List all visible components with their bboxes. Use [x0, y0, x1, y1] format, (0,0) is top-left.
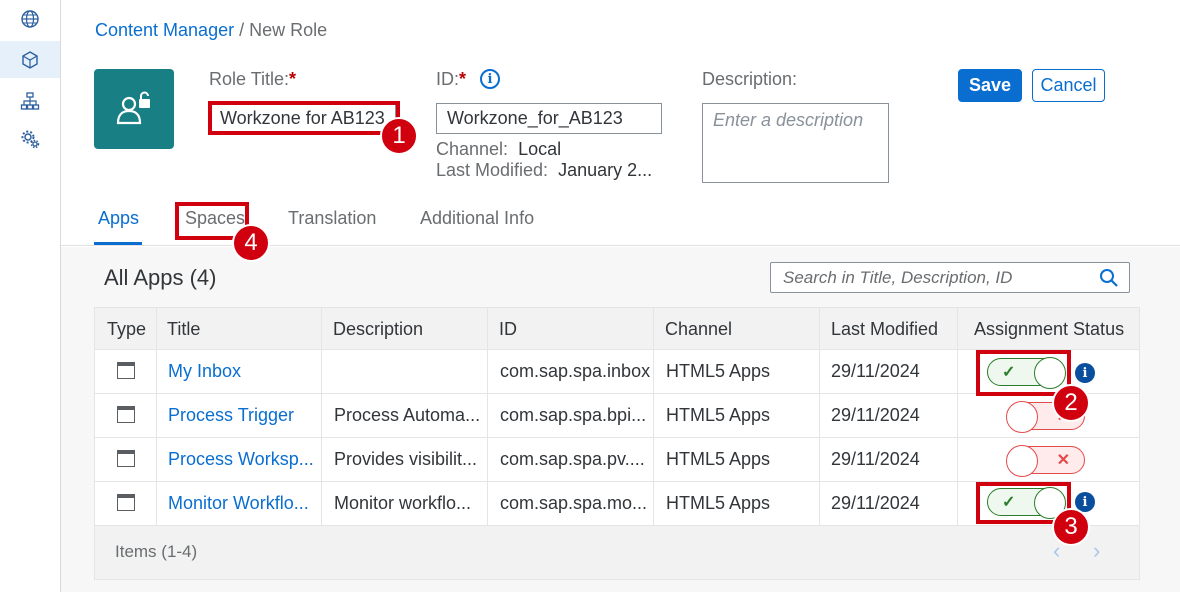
rail-item-content-manager[interactable] [0, 41, 60, 78]
role-title-label: Role Title:* [209, 69, 296, 90]
description-label: Description: [702, 69, 798, 89]
breadcrumb-current: New Role [249, 20, 328, 40]
rail-item-content-explorer[interactable] [0, 82, 60, 119]
next-page-icon[interactable]: › [1093, 538, 1100, 564]
app-type-icon [117, 494, 135, 511]
app-last-modified: 29/11/2024 [831, 449, 920, 469]
callout-badge: 2 [1052, 384, 1090, 422]
app-id: com.sap.spa.inbox [500, 361, 651, 381]
role-avatar [94, 69, 174, 149]
column-header-type[interactable]: Type [107, 319, 146, 340]
switch-knob [1006, 445, 1038, 477]
apps-table-title: All Apps (4) [104, 265, 217, 290]
callout-highlight-role-title [208, 101, 400, 135]
app-last-modified: 29/11/2024 [831, 493, 920, 513]
last-modified-label: Last Modified: [436, 160, 549, 180]
app-id: com.sap.spa.mo... [500, 493, 648, 513]
column-header-channel[interactable]: Channel [665, 319, 732, 340]
channel-label: Channel: [436, 139, 509, 159]
app-title-link[interactable]: Monitor Workflo... [168, 493, 309, 514]
app-type-icon [117, 362, 135, 379]
table-row[interactable]: Process Trigger Process Automa... com.sa… [94, 394, 1140, 438]
app-channel: HTML5 Apps [666, 405, 771, 425]
description-textarea[interactable]: Enter a description [702, 103, 889, 183]
cube-icon [22, 50, 38, 69]
app-last-modified: 29/11/2024 [831, 361, 920, 381]
rail-item-settings[interactable] [0, 120, 60, 157]
column-divider [156, 307, 157, 525]
app-title-link[interactable]: My Inbox [168, 361, 241, 382]
table-row[interactable]: Process Worksp... Provides visibilit... … [94, 438, 1140, 482]
save-button[interactable]: Save [958, 69, 1022, 102]
app-id: com.sap.spa.pv.... [500, 449, 645, 469]
cross-icon: ✕ [1056, 452, 1070, 469]
search-icon[interactable] [1099, 268, 1119, 288]
last-modified-meta: Last Modified: January 2... [436, 160, 652, 181]
app-type-icon [117, 406, 135, 423]
app-title-link[interactable]: Process Trigger [168, 405, 294, 426]
app-id: com.sap.spa.bpi... [500, 405, 647, 425]
apps-section: All Apps (4) Search in Title, Descriptio… [61, 247, 1180, 592]
id-info-icon[interactable]: i [480, 69, 500, 89]
hierarchy-icon [20, 91, 40, 110]
column-divider [321, 307, 322, 525]
channel-meta: Channel: Local [436, 139, 561, 160]
app-description: Monitor workflo... [334, 493, 472, 513]
required-mark: * [289, 69, 297, 89]
column-divider [957, 307, 958, 525]
breadcrumb-separator: / [234, 20, 250, 40]
gears-icon [21, 130, 40, 148]
channel-value: Local [518, 139, 562, 159]
assignment-switch[interactable]: ✕ [1006, 445, 1085, 477]
globe-icon [21, 9, 39, 28]
last-modified-value: January 2... [558, 160, 653, 180]
tab-apps[interactable]: Apps [98, 208, 139, 229]
role-id-label: ID:* [436, 69, 466, 90]
column-header-assignment-status[interactable]: Assignment Status [974, 319, 1124, 340]
app-description: Process Automa... [334, 405, 481, 425]
app-type-icon [117, 450, 135, 467]
column-divider [653, 307, 654, 525]
role-lock-icon [116, 91, 150, 125]
role-id-label-text: ID: [436, 69, 460, 89]
callout-badge: 4 [232, 224, 270, 262]
breadcrumb-link-content-manager[interactable]: Content Manager [95, 20, 234, 40]
app-channel: HTML5 Apps [666, 449, 771, 469]
column-header-description[interactable]: Description [333, 319, 423, 340]
app-last-modified: 29/11/2024 [831, 405, 920, 425]
app-title-link[interactable]: Process Worksp... [168, 449, 314, 470]
callout-badge: 1 [380, 117, 418, 155]
rail-item-sites[interactable] [0, 0, 60, 37]
column-divider [487, 307, 488, 525]
table-footer: Items (1-4) ‹ › [94, 525, 1140, 580]
tab-translation[interactable]: Translation [288, 208, 376, 229]
column-header-title[interactable]: Title [167, 319, 200, 340]
items-count: Items (1-4) [115, 542, 198, 561]
info-icon[interactable]: i [1075, 363, 1095, 383]
callout-badge: 3 [1052, 508, 1090, 546]
column-header-last-modified[interactable]: Last Modified [831, 319, 938, 340]
apps-search-field[interactable]: Search in Title, Description, ID [770, 262, 1130, 293]
required-mark: * [459, 69, 467, 89]
tab-additional-info[interactable]: Additional Info [420, 208, 534, 229]
search-placeholder: Search in Title, Description, ID [783, 268, 1013, 287]
app-channel: HTML5 Apps [666, 493, 771, 513]
switch-knob [1006, 401, 1038, 433]
cancel-button[interactable]: Cancel [1032, 69, 1105, 102]
column-divider [819, 307, 820, 525]
app-channel: HTML5 Apps [666, 361, 771, 381]
role-id-input[interactable]: Workzone_for_AB123 [436, 103, 662, 134]
left-navigation-rail [0, 0, 61, 592]
app-description: Provides visibilit... [334, 449, 478, 469]
breadcrumb: Content Manager / New Role [95, 20, 327, 41]
role-title-label-text: Role Title: [209, 69, 290, 89]
active-tab-indicator [94, 242, 142, 245]
column-header-id[interactable]: ID [499, 319, 517, 340]
table-header: Type Title Description ID Channel Last M… [94, 307, 1140, 350]
